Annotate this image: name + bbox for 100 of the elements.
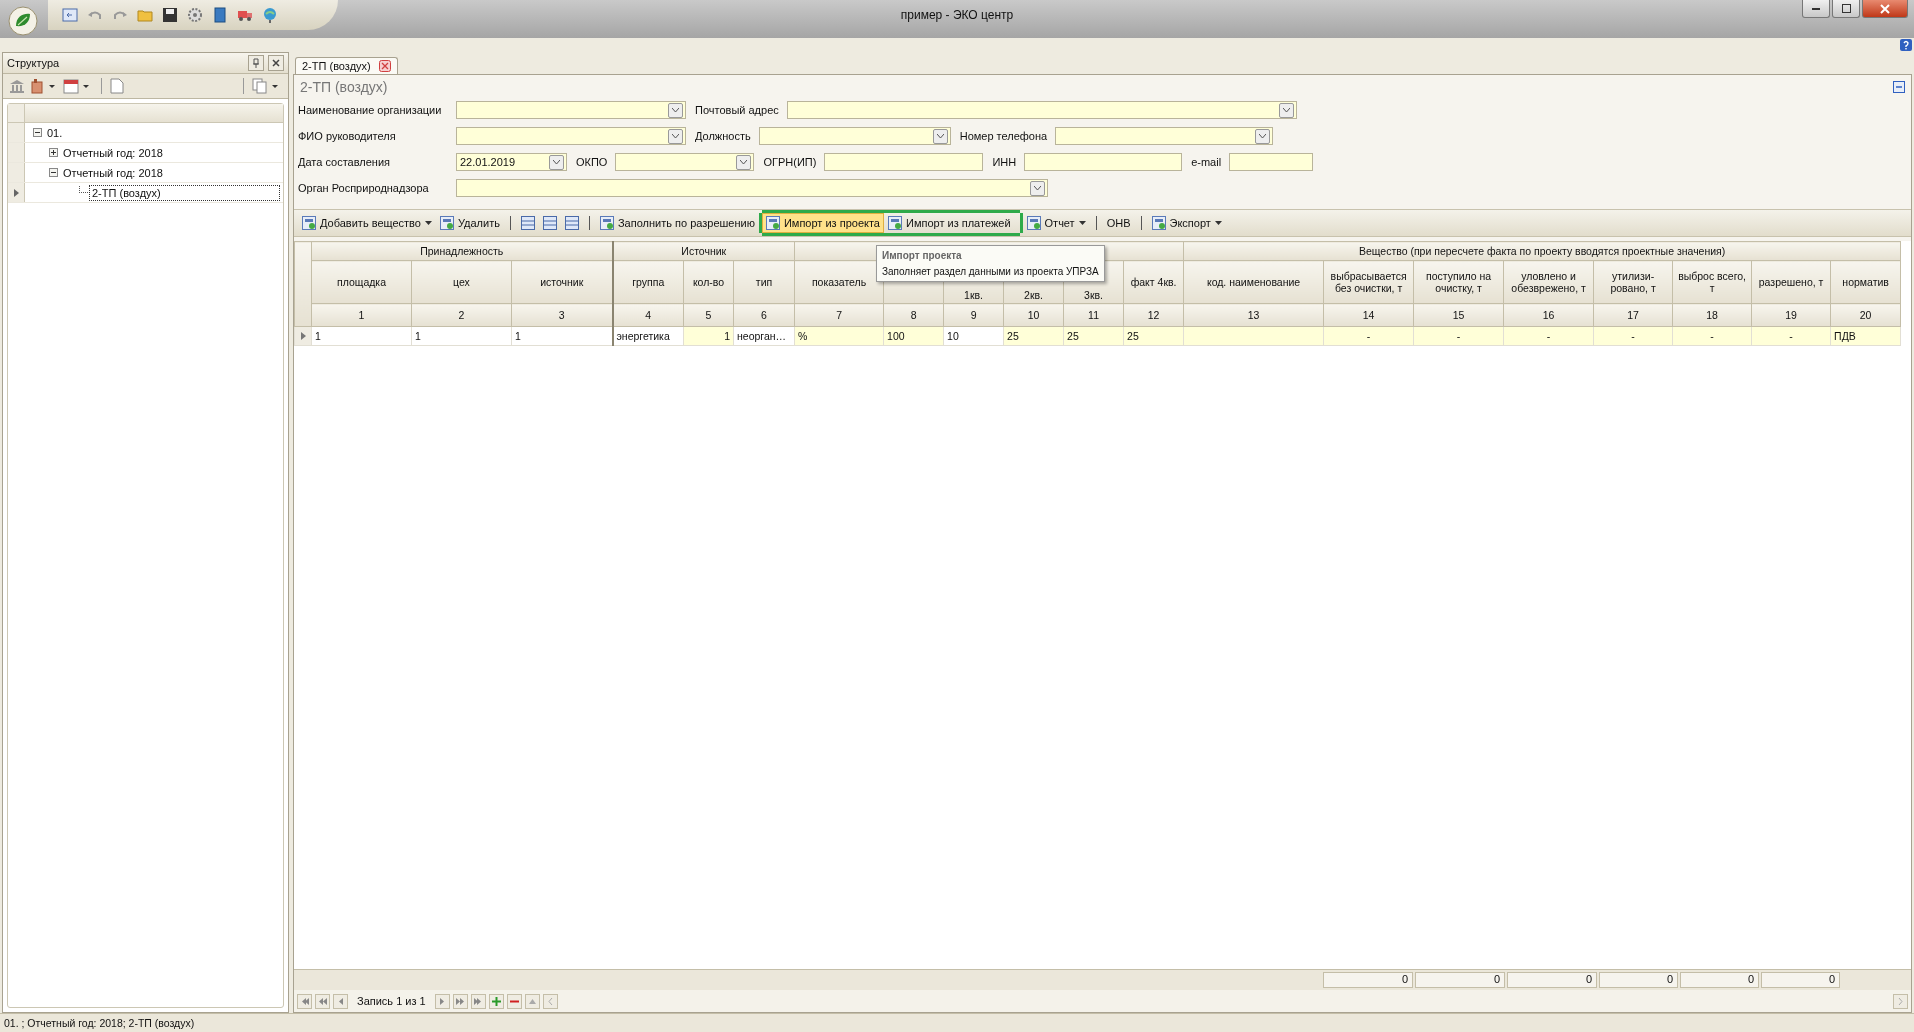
dropdown-button[interactable] (549, 154, 564, 170)
caret-icon[interactable] (672, 107, 679, 113)
caret-icon[interactable] (1259, 133, 1267, 139)
toolbar-button[interactable]: Импорт из платежей (884, 213, 1020, 233)
last-page-icon[interactable] (470, 993, 486, 1009)
combo-field[interactable] (758, 127, 951, 145)
combo-field[interactable] (615, 153, 755, 171)
grid-icon[interactable] (520, 216, 535, 230)
document-icon[interactable] (888, 216, 902, 230)
caret-icon[interactable] (1282, 107, 1290, 113)
restore-button[interactable] (1832, 0, 1860, 18)
toolbar-button[interactable]: Экспорт (1147, 213, 1226, 233)
column-header[interactable]: поступило на очистку, т (1413, 260, 1504, 304)
previous-icon[interactable] (333, 993, 348, 1009)
document-icon[interactable] (1026, 216, 1041, 230)
input-field[interactable] (824, 153, 984, 171)
combo-field[interactable] (456, 127, 686, 145)
column-header[interactable]: цех (411, 260, 512, 304)
toolbar-button[interactable]: Импорт из проекта (761, 213, 884, 233)
leaf-logo-icon[interactable] (6, 4, 40, 38)
next-page-icon[interactable] (452, 993, 468, 1009)
caret-icon[interactable] (936, 133, 944, 139)
dropdown-button[interactable] (668, 102, 683, 118)
caret-icon[interactable] (1214, 221, 1222, 225)
save-icon[interactable] (162, 7, 178, 23)
toolbar-button[interactable]: Заполнить по разрешению (595, 213, 759, 233)
combo-field[interactable] (456, 101, 686, 119)
document-icon[interactable] (1151, 216, 1166, 230)
up-icon[interactable] (524, 993, 540, 1009)
restore-icon[interactable] (1841, 4, 1851, 13)
column-header[interactable]: норматив (1830, 260, 1901, 304)
pin-button[interactable] (248, 55, 264, 71)
close-button[interactable] (268, 55, 284, 71)
close-icon[interactable] (378, 60, 391, 72)
column-header[interactable]: тип (733, 260, 795, 304)
input-field[interactable] (1229, 153, 1314, 171)
dropdown-button[interactable] (932, 128, 948, 144)
combo-field[interactable]: 22.01.2019 (456, 153, 567, 171)
tree-item[interactable]: 01. (45, 125, 65, 140)
tree-item[interactable]: 2-ТП (воздух) (90, 185, 279, 200)
caret-icon[interactable] (1034, 185, 1041, 191)
document-tab[interactable]: 2-ТП (воздух) (295, 57, 398, 74)
minimize-button[interactable] (1802, 0, 1830, 18)
column-header[interactable]: источник (511, 260, 613, 304)
expander-icon[interactable] (49, 168, 58, 177)
caret-icon[interactable] (272, 84, 278, 88)
column-header[interactable]: группа (612, 260, 684, 304)
input-field[interactable] (1024, 153, 1183, 171)
grid-icon[interactable] (564, 216, 579, 230)
document-icon[interactable] (110, 78, 124, 94)
settings-icon[interactable] (187, 7, 203, 23)
expander-icon[interactable] (33, 128, 42, 137)
column-header[interactable]: площадка (311, 260, 412, 304)
caret-icon[interactable] (1078, 221, 1086, 225)
dropdown-button[interactable] (1278, 102, 1294, 118)
column-header[interactable]: уловлено и обезврежено, т (1503, 260, 1594, 304)
caret-icon[interactable] (424, 221, 432, 225)
caret-icon[interactable] (553, 159, 560, 165)
combo-field[interactable] (786, 101, 1297, 119)
bank-icon[interactable] (9, 78, 25, 94)
caret-icon[interactable] (49, 84, 55, 88)
next-icon[interactable] (434, 993, 450, 1009)
column-header[interactable]: код. наименование (1183, 260, 1324, 304)
dropdown-button[interactable] (736, 154, 752, 170)
caret-icon[interactable] (83, 84, 89, 88)
column-header[interactable]: кол-во (683, 260, 734, 304)
caret-icon[interactable] (740, 159, 748, 165)
book-icon[interactable] (212, 7, 228, 23)
close-icon[interactable] (272, 59, 280, 67)
dropdown-button[interactable] (668, 128, 683, 144)
dropdown-button[interactable] (1255, 128, 1271, 144)
remove-icon[interactable] (506, 993, 522, 1009)
document-icon[interactable] (765, 216, 780, 230)
caret-icon[interactable] (672, 133, 679, 139)
previous-page-icon[interactable] (315, 993, 330, 1009)
toolbar-button[interactable]: Добавить вещество (298, 213, 436, 233)
column-header[interactable]: выброс всего, т (1672, 260, 1752, 304)
window-icon[interactable] (62, 7, 78, 23)
column-header[interactable]: выбрасывается без очистки, т (1323, 260, 1414, 304)
document-icon[interactable] (439, 216, 454, 230)
combo-field[interactable] (1055, 127, 1274, 145)
pin-icon[interactable] (252, 58, 260, 68)
globe-icon[interactable] (262, 7, 278, 23)
toolbar-button[interactable]: Отчет (1022, 213, 1090, 233)
add-icon[interactable] (488, 993, 504, 1009)
column-header[interactable]: разрешено, т (1751, 260, 1831, 304)
expander-icon[interactable] (49, 148, 58, 157)
combo-field[interactable] (456, 179, 1048, 197)
grid-icon[interactable] (542, 216, 557, 230)
close-button[interactable] (1862, 0, 1908, 18)
collapse-icon[interactable] (1893, 81, 1905, 93)
dropdown-button[interactable] (1030, 180, 1045, 196)
toolbar-button[interactable]: ОНВ (1102, 214, 1135, 232)
column-header[interactable]: факт 4кв. (1123, 260, 1184, 304)
document-icon[interactable] (599, 216, 614, 230)
column-header[interactable]: утилизи-ровано, т (1593, 260, 1673, 304)
document-icon[interactable] (302, 216, 316, 230)
help-icon[interactable] (1900, 39, 1912, 51)
minimize-icon[interactable] (1812, 7, 1820, 10)
calendar-icon[interactable] (63, 78, 79, 94)
